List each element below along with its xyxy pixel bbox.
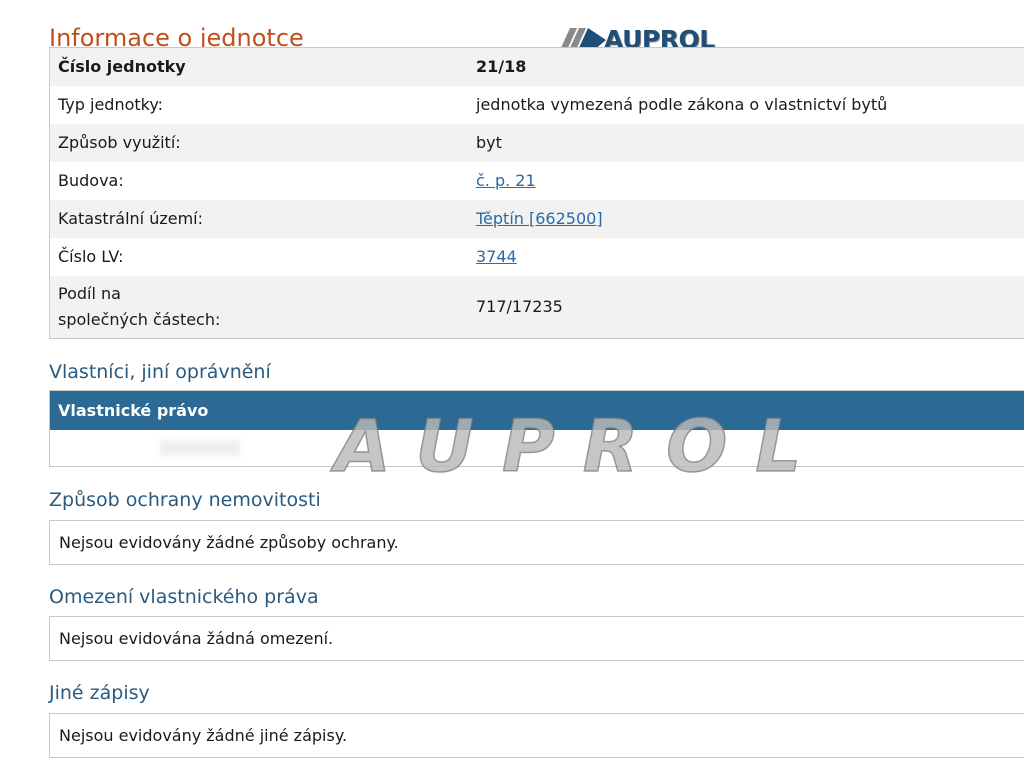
share-label-line2: společných částech: <box>58 309 221 329</box>
restrictions-box: Nejsou evidována žádná omezení. <box>49 616 1024 661</box>
protection-heading: Způsob ochrany nemovitosti <box>49 489 321 511</box>
owners-heading: Vlastníci, jiní oprávnění <box>49 361 271 383</box>
cadastral-area-label: Katastrální území: <box>58 209 204 228</box>
unit-number-value: 21/18 <box>476 57 527 77</box>
unit-type-label: Typ jednotky: <box>58 95 164 114</box>
usage-label: Způsob využití: <box>58 133 181 152</box>
lv-number-link[interactable]: 3744 <box>476 247 517 266</box>
other-records-heading: Jiné zápisy <box>49 682 150 704</box>
restrictions-heading: Omezení vlastnického práva <box>49 586 319 608</box>
table-row: Číslo LV: 3744 <box>49 237 1024 276</box>
table-row: Typ jednotky: jednotka vymezená podle zá… <box>49 85 1024 124</box>
usage-value: byt <box>476 133 502 152</box>
share-label-line1: Podíl na <box>58 283 121 303</box>
share-value: 717/17235 <box>476 297 563 317</box>
cadastral-area-link[interactable]: Těptín [662500] <box>476 209 603 228</box>
redacted-owner <box>160 441 240 455</box>
unit-type-value: jednotka vymezená podle zákona o vlastni… <box>476 95 888 114</box>
unit-number-label: Číslo jednotky <box>58 57 186 77</box>
building-label: Budova: <box>58 171 124 190</box>
table-row: Způsob využití: byt <box>49 123 1024 162</box>
share-label: Podíl na společných částech: <box>50 276 469 339</box>
ownership-right-header: Vlastnické právo <box>50 391 1024 430</box>
table-row: Podíl na společných částech: 717/17235 <box>49 275 1024 339</box>
lv-number-label: Číslo LV: <box>58 247 124 266</box>
protection-box: Nejsou evidovány žádné způsoby ochrany. <box>49 520 1024 565</box>
other-records-box: Nejsou evidovány žádné jiné zápisy. <box>49 713 1024 758</box>
owners-table: Vlastnické právo <box>49 390 1024 467</box>
table-row: Katastrální území: Těptín [662500] <box>49 199 1024 238</box>
table-row: Číslo jednotky 21/18 <box>49 47 1024 86</box>
unit-info-table: Číslo jednotky 21/18 Typ jednotky: jedno… <box>49 47 1024 339</box>
building-link[interactable]: č. p. 21 <box>476 171 536 190</box>
table-row: Budova: č. p. 21 <box>49 161 1024 200</box>
